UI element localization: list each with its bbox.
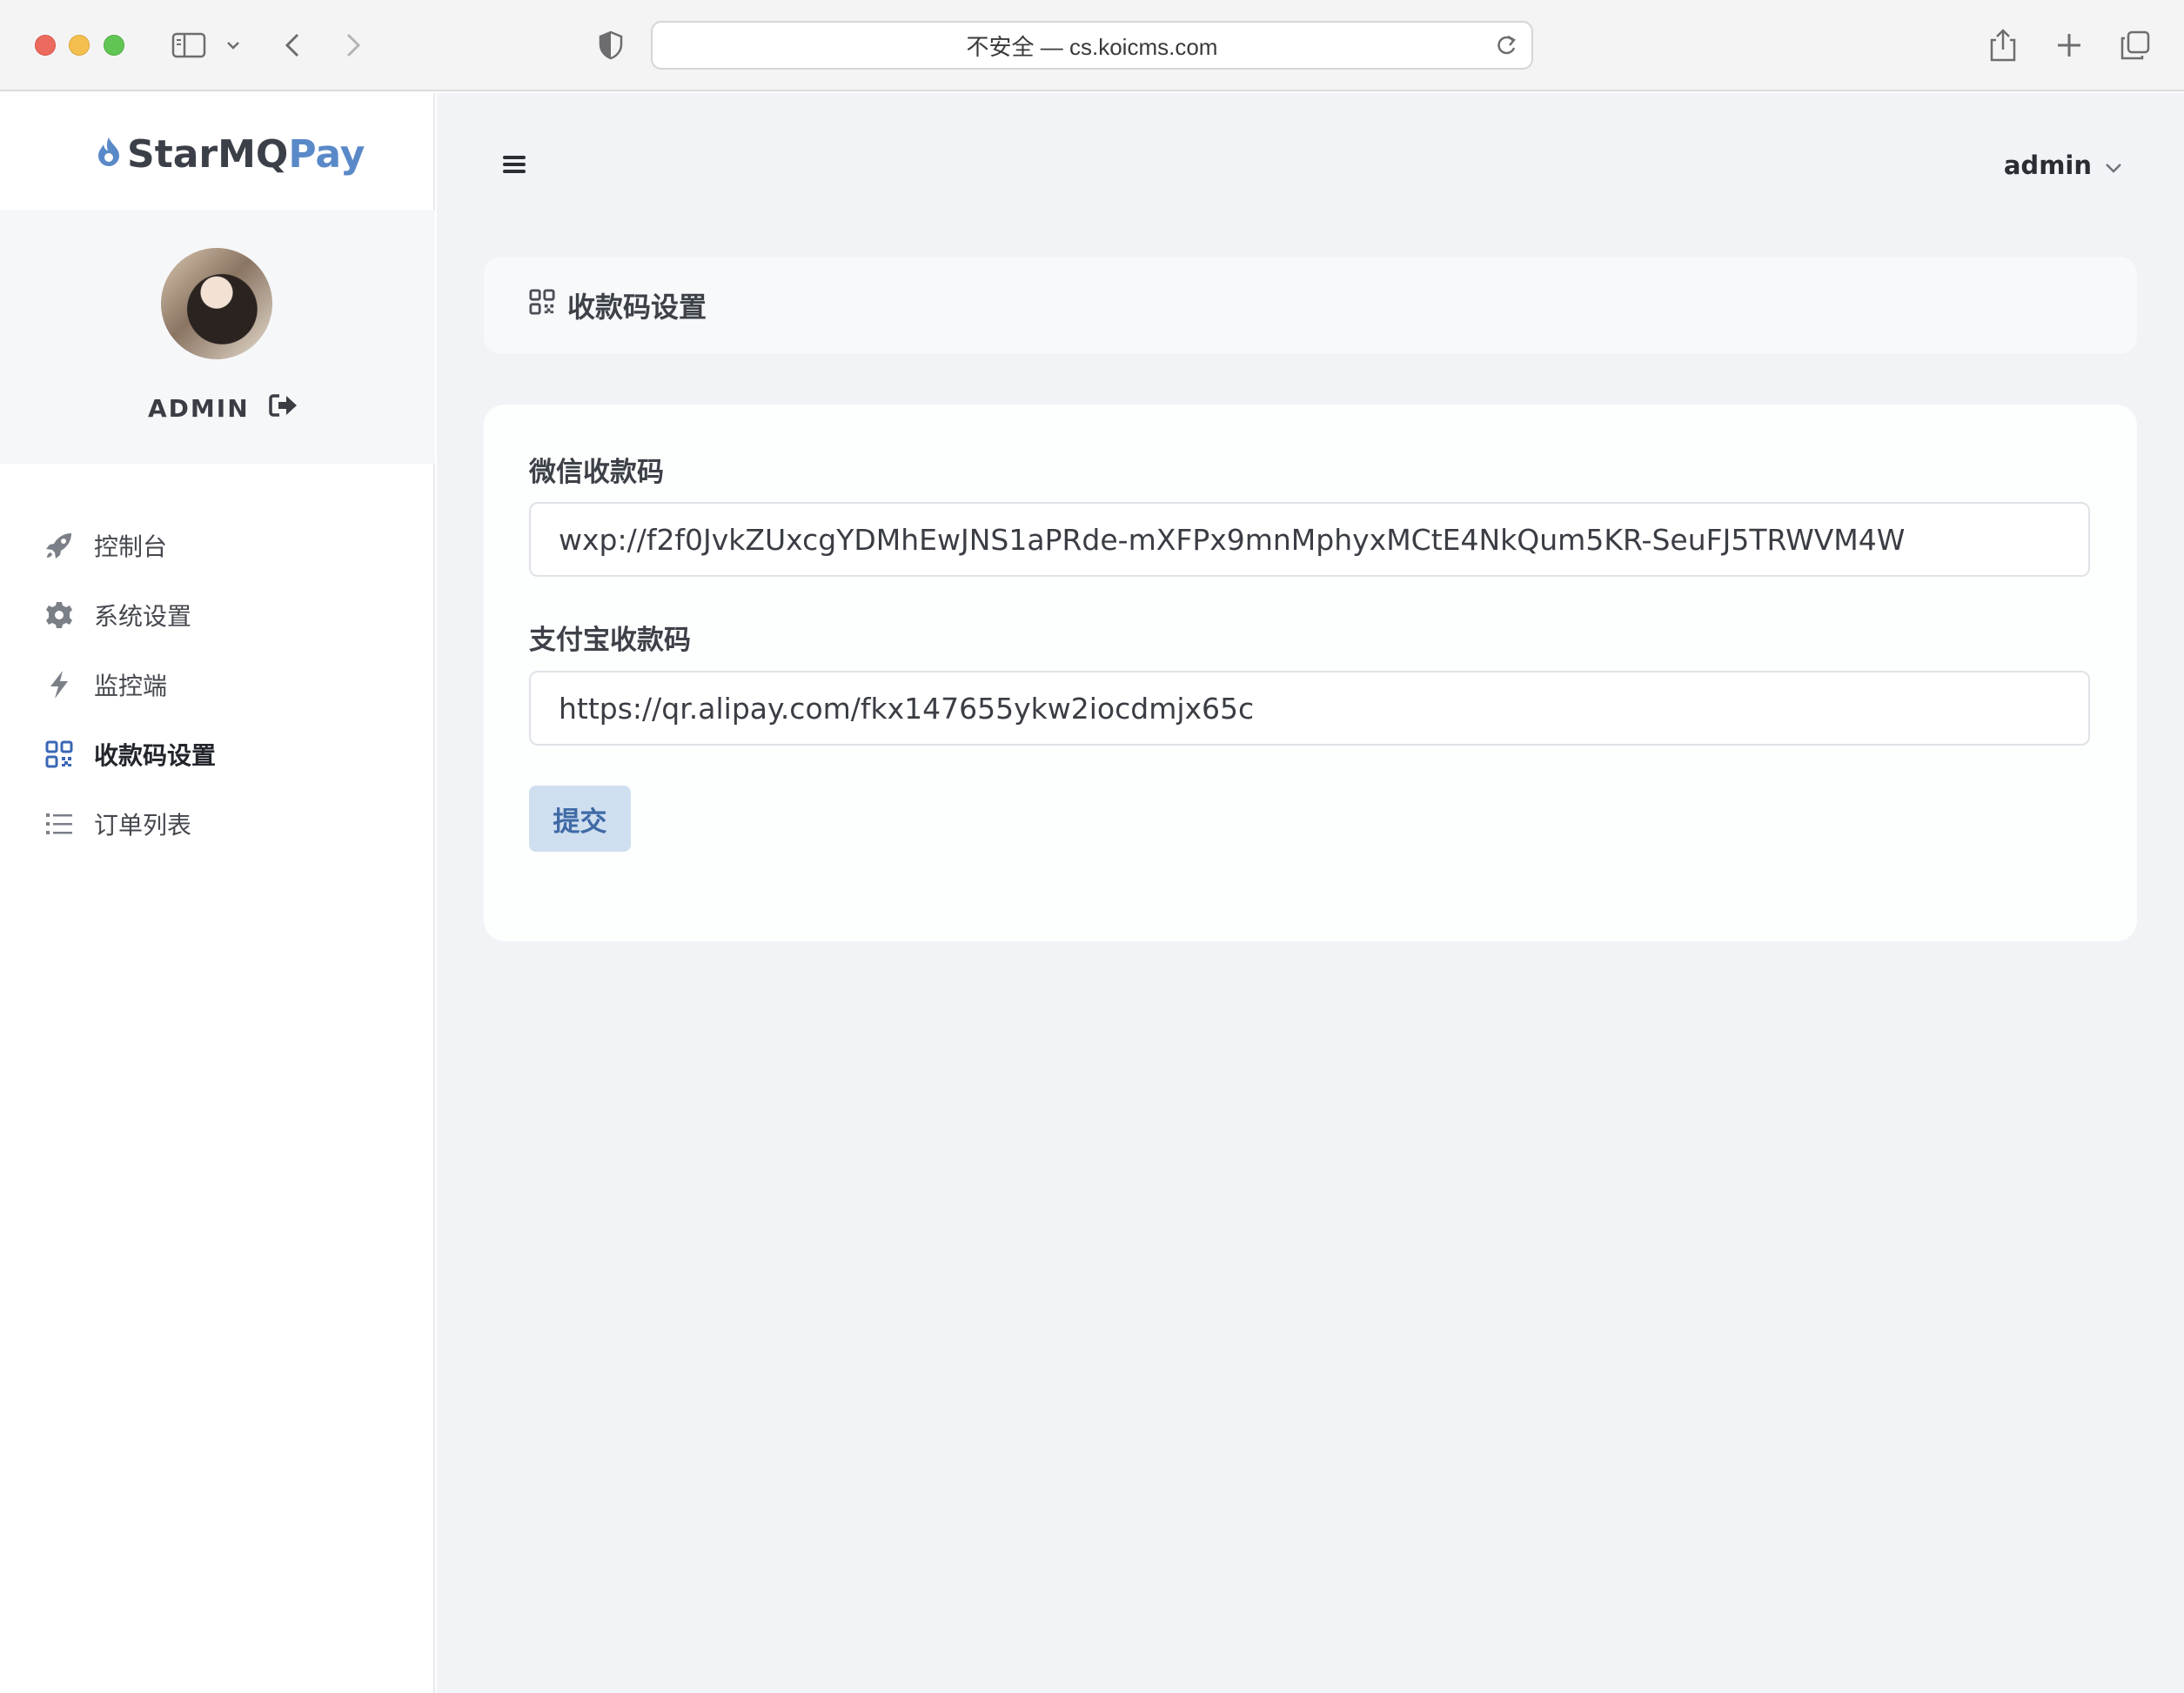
- page-header: 收款码设置: [484, 257, 2137, 354]
- user-profile: ADMIN: [0, 210, 435, 464]
- rocket-icon: [44, 530, 75, 561]
- alipay-qrcode-input[interactable]: [529, 671, 2090, 746]
- sidebar-item-label: 收款码设置: [94, 742, 217, 769]
- sidebar-item-label: 订单列表: [94, 812, 192, 839]
- privacy-shield-icon[interactable]: [593, 23, 628, 68]
- logout-icon[interactable]: [268, 392, 298, 425]
- user-menu-label: admin: [2003, 151, 2092, 180]
- submit-button[interactable]: 提交: [529, 786, 631, 852]
- user-menu[interactable]: admin: [2004, 151, 2123, 180]
- sidebar-toggle-icon[interactable]: [167, 23, 211, 68]
- list-icon: [44, 808, 75, 840]
- sidebar-item-label: 监控端: [94, 673, 168, 699]
- brand-logo[interactable]: StarMQPay: [96, 128, 365, 180]
- sidebar-item-settings[interactable]: 系统设置: [0, 580, 435, 650]
- url-text: 不安全 — cs.koicms.com: [966, 33, 1218, 60]
- alipay-qrcode-label: 支付宝收款码: [529, 625, 691, 655]
- profile-username: ADMIN: [148, 394, 250, 423]
- browser-toolbar: 不安全 — cs.koicms.com: [0, 0, 2184, 91]
- qrcode-settings-form: 微信收款码 支付宝收款码 提交: [484, 405, 2137, 941]
- share-icon[interactable]: [1986, 23, 2020, 68]
- sidebar-item-qrcode-settings[interactable]: 收款码设置: [0, 719, 435, 789]
- sidebar: StarMQPay ADMIN 控制台 系统设置 监控端 收款码设置 订单列表: [0, 93, 435, 1693]
- bolt-icon: [44, 669, 75, 700]
- wechat-qrcode-label: 微信收款码: [529, 457, 664, 487]
- sidebar-item-orders[interactable]: 订单列表: [0, 789, 435, 859]
- forward-icon[interactable]: [338, 23, 369, 68]
- brand-name-accent: Pay: [288, 131, 365, 177]
- tab-overview-icon[interactable]: [2116, 23, 2154, 68]
- main-content: admin 收款码设置 微信收款码 支付宝收款码 提交: [437, 93, 2184, 1693]
- menu-toggle-icon[interactable]: [503, 152, 531, 177]
- qrcode-icon: [44, 739, 75, 770]
- address-bar[interactable]: 不安全 — cs.koicms.com: [651, 21, 1533, 70]
- brand-name: StarMQ: [127, 131, 289, 177]
- sidebar-item-label: 控制台: [94, 533, 168, 560]
- qrcode-icon: [529, 289, 555, 322]
- sidebar-item-dashboard[interactable]: 控制台: [0, 511, 435, 580]
- chevron-down-icon[interactable]: [221, 23, 245, 68]
- zoom-window-button[interactable]: [104, 35, 124, 56]
- wechat-qrcode-input[interactable]: [529, 502, 2090, 577]
- avatar[interactable]: [161, 248, 272, 359]
- close-window-button[interactable]: [35, 35, 56, 56]
- minimize-window-button[interactable]: [69, 35, 90, 56]
- reload-icon[interactable]: [1495, 33, 1517, 64]
- new-tab-icon[interactable]: [2052, 23, 2087, 68]
- sidebar-nav: 控制台 系统设置 监控端 收款码设置 订单列表: [0, 511, 435, 859]
- gear-icon: [44, 599, 75, 631]
- flame-icon: [96, 132, 122, 177]
- back-icon[interactable]: [277, 23, 308, 68]
- sidebar-item-label: 系统设置: [94, 603, 192, 630]
- chevron-down-icon: [2104, 151, 2123, 180]
- top-bar: admin: [437, 93, 2184, 239]
- sidebar-item-monitor[interactable]: 监控端: [0, 650, 435, 719]
- page-title: 收款码设置: [567, 291, 707, 323]
